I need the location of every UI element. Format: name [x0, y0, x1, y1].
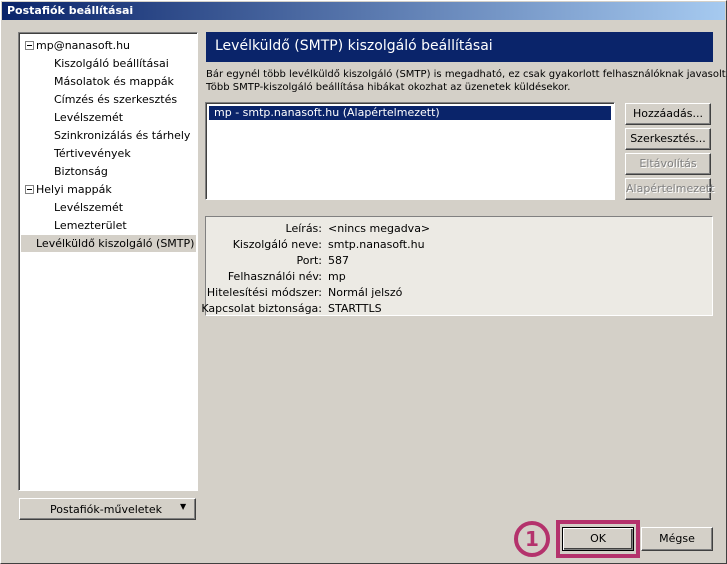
tree-item-composition[interactable]: Címzés és szerkesztés [54, 91, 177, 108]
tree-local-folders[interactable]: Helyi mappák [36, 181, 112, 198]
detail-value-auth-method: Normál jelszó [328, 286, 403, 299]
title-bar[interactable]: Postafiók beállításai [2, 2, 725, 20]
collapse-local-folders-icon[interactable] [25, 185, 34, 194]
collapse-account-icon[interactable] [25, 41, 34, 50]
panel-title: Levélküldő (SMTP) kiszolgáló beállításai [215, 38, 493, 54]
tree-account[interactable]: mp@nanasoft.hu [36, 37, 130, 54]
account-tree[interactable]: mp@nanasoft.hu Kiszolgáló beállításai Má… [18, 32, 198, 491]
tree-local-junk[interactable]: Levélszemét [54, 199, 123, 216]
detail-row: Felhasználói név: mp [206, 268, 714, 285]
detail-row: Leírás: <nincs megadva> [206, 220, 714, 237]
detail-row: Kapcsolat biztonsága: STARTTLS [201, 300, 714, 317]
edit-button[interactable]: Szerkesztés... [625, 128, 711, 150]
tree-item-copies-folders[interactable]: Másolatok és mappák [54, 73, 174, 90]
detail-value-description: <nincs megadva> [328, 222, 431, 235]
detail-label-auth-method: Hitelesítési módszer: [206, 286, 322, 299]
add-button[interactable]: Hozzáadás... [625, 103, 711, 125]
server-details: Leírás: <nincs megadva> Kiszolgáló neve:… [201, 216, 714, 317]
remove-button[interactable]: Eltávolítás [625, 153, 711, 175]
account-actions-label: Postafiók-műveletek [50, 503, 162, 516]
detail-row: Kiszolgáló neve: smtp.nanasoft.hu [206, 236, 714, 253]
detail-label-connection-security: Kapcsolat biztonsága: [201, 302, 322, 315]
cancel-button[interactable]: Mégse [641, 527, 713, 551]
detail-label-description: Leírás: [285, 222, 322, 235]
tree-item-junk[interactable]: Levélszemét [54, 109, 123, 126]
tree-item-receipts[interactable]: Tértivevények [54, 145, 131, 162]
tree-outgoing-server[interactable]: Levélküldő kiszolgáló (SMTP) [21, 235, 196, 252]
detail-row: Hitelesítési módszer: Normál jelszó [206, 284, 714, 301]
account-actions-button[interactable]: Postafiók-műveletek ▼ [19, 498, 196, 520]
account-settings-window: Postafiók beállításai mp@nanasoft.hu Kis… [0, 0, 727, 564]
detail-row: Port: 587 [206, 252, 714, 269]
tree-item-sync-storage[interactable]: Szinkronizálás és tárhely [54, 127, 190, 144]
detail-value-port: 587 [328, 254, 349, 267]
detail-value-server-name: smtp.nanasoft.hu [328, 238, 425, 251]
detail-label-port: Port: [296, 254, 322, 267]
panel-header: Levélküldő (SMTP) kiszolgáló beállításai [206, 32, 713, 62]
set-default-button[interactable]: Alapértelmezett [625, 178, 714, 200]
description-line-1: Bár egynél több levélküldő kiszolgáló (S… [206, 69, 727, 80]
description-line-2: Több SMTP-kiszolgáló beállítása hibákat … [206, 82, 571, 93]
tree-item-security[interactable]: Biztonság [54, 163, 108, 180]
step-callout-badge: 1 [514, 521, 550, 557]
smtp-server-item[interactable]: mp - smtp.nanasoft.hu (Alapértelmezett) [208, 105, 612, 121]
window-title: Postafiók beállításai [7, 4, 134, 17]
tree-local-disk-space[interactable]: Lemezterület [54, 217, 127, 234]
detail-value-connection-security: STARTTLS [328, 302, 382, 315]
dropdown-arrow-icon: ▼ [180, 502, 187, 511]
detail-label-server-name: Kiszolgáló neve: [232, 238, 322, 251]
ok-highlight-box [556, 520, 640, 558]
smtp-server-list[interactable]: mp - smtp.nanasoft.hu (Alapértelmezett) [205, 102, 615, 200]
detail-label-username: Felhasználói név: [227, 270, 322, 283]
detail-value-username: mp [328, 270, 346, 283]
tree-item-server-settings[interactable]: Kiszolgáló beállításai [54, 55, 169, 72]
